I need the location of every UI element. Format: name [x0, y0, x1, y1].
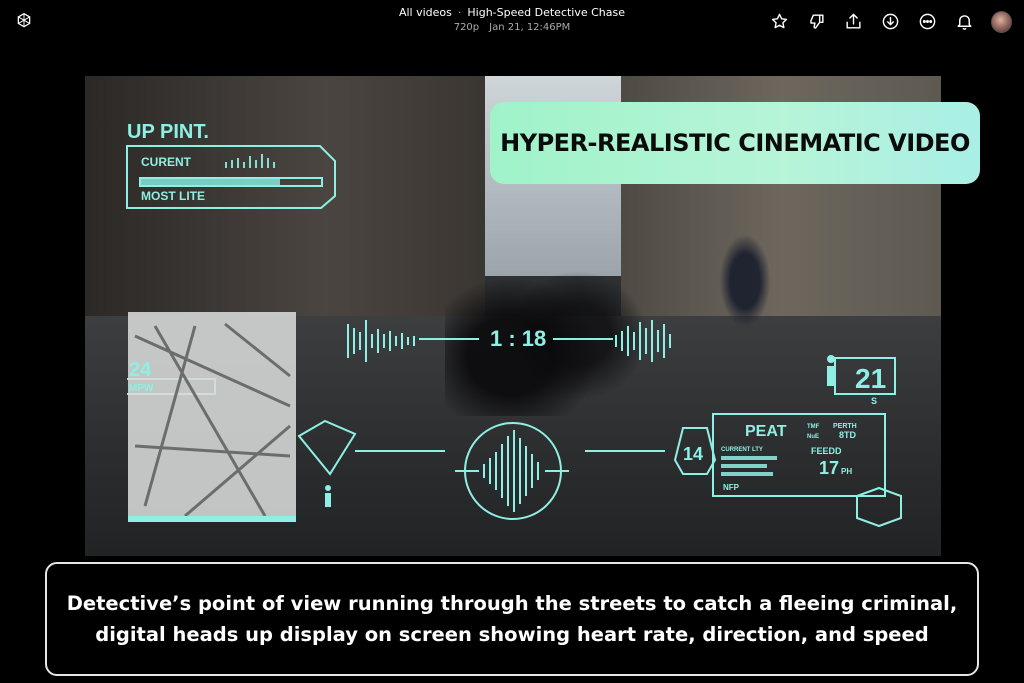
download-icon[interactable] [880, 11, 901, 32]
hud-panel-feed-value: 17 [819, 458, 839, 478]
breadcrumb-separator: · [457, 6, 462, 19]
video-timestamp: Jan 21, 12:46PM [489, 22, 571, 33]
hud-timer: 1 : 18 [490, 326, 546, 351]
bell-icon[interactable] [954, 11, 975, 32]
hud-small-runner-icon [325, 485, 331, 507]
hud-current-meter [225, 154, 275, 168]
hud-panel-sub3: PERTH [833, 423, 857, 430]
video-title: High-Speed Detective Chase [467, 6, 626, 19]
hud-panel-feed: FEEDD [811, 446, 842, 456]
hud-panel-sub4: 8TD [839, 430, 857, 440]
hud-center-badge: 14 [683, 444, 703, 464]
star-icon[interactable] [769, 11, 790, 32]
hud-minimap-progress [128, 516, 296, 522]
avatar-button[interactable] [991, 10, 1012, 33]
share-icon[interactable] [843, 11, 864, 32]
hud-distance-unit: S [871, 396, 877, 406]
hud-panel-sub1: TMF [807, 424, 820, 430]
hud-panel-title: PEAT [745, 423, 787, 440]
hud-panel-current: CURRENT LTY [721, 447, 763, 453]
hud-distance-value: 21 [855, 363, 886, 394]
hud-panel-sub2: NuE [807, 434, 819, 440]
caption-line-1: Detective’s point of view running throug… [66, 592, 958, 615]
video-prompt-text: Detective’s point of view running throug… [67, 588, 958, 650]
hud-speed-value: 24 [129, 359, 152, 381]
hud-speed-unit: MPW [129, 383, 154, 394]
hud-runner-icon [827, 355, 835, 386]
hud-direction-arrow [297, 419, 357, 476]
hud-current-bar-fill [140, 178, 280, 186]
hud-waveform-right [553, 320, 671, 362]
video-style-badge: HYPER-REALISTIC CINEMATIC VIDEO [490, 102, 980, 184]
hud-current-label: CURENT [141, 155, 192, 169]
video-resolution: 720p [453, 22, 480, 33]
action-toolbar [769, 10, 1012, 33]
avatar [991, 10, 1012, 33]
more-icon[interactable] [917, 11, 938, 32]
video-prompt-caption: Detective’s point of view running throug… [45, 562, 979, 676]
video-style-badge-label: HYPER-REALISTIC CINEMATIC VIDEO [500, 129, 970, 157]
hud-top-left-title: UP PINT. [127, 121, 209, 143]
hud-panel-footer: NFP [723, 483, 740, 492]
hud-waveform-left [347, 320, 479, 362]
caption-line-2: digital heads up display on screen showi… [95, 623, 929, 646]
hud-most-label: MOST LITE [141, 189, 205, 203]
top-bar: All videos · High-Speed Detective Chase 72… [0, 0, 1024, 48]
breadcrumb-all-videos[interactable]: All videos [399, 6, 452, 19]
thumbs-down-icon[interactable] [806, 11, 827, 32]
hud-panel-bars [721, 456, 777, 476]
hud-panel-feed-unit: PH [841, 467, 852, 476]
hud-hex-icon [856, 486, 902, 528]
